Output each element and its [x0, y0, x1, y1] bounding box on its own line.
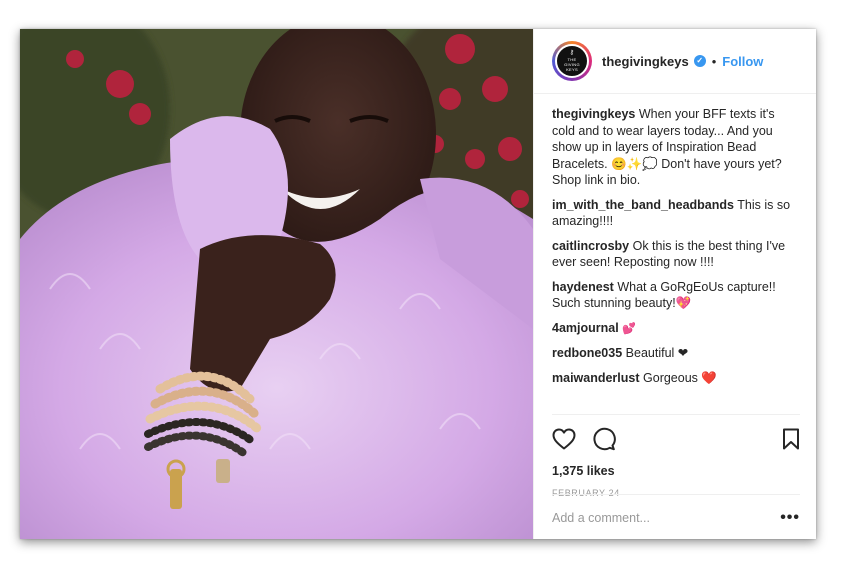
comment-text: 💕	[622, 322, 636, 335]
comment-text: Gorgeous ❤️	[643, 370, 717, 385]
list-item: 4amjournal 💕	[552, 320, 800, 338]
add-comment-input[interactable]	[552, 510, 781, 525]
list-item: caitlincrosby Ok this is the best thing …	[552, 238, 800, 271]
avatar-image: ⚷ THE GIVING KEYS	[555, 44, 589, 78]
comment-username[interactable]: haydenest	[552, 280, 614, 294]
avatar-text-line-3: KEYS	[566, 67, 578, 72]
post-side-panel: ⚷ THE GIVING KEYS thegivingkeys ✓ • Foll…	[533, 29, 816, 539]
comment-username[interactable]: im_with_the_band_headbands	[552, 198, 734, 212]
comment-username[interactable]: 4amjournal	[552, 321, 619, 335]
caption-comment: thegivingkeys When your BFF texts it's c…	[552, 106, 800, 189]
heart-icon[interactable]	[552, 428, 576, 450]
comment-username[interactable]: thegivingkeys	[552, 107, 635, 121]
post-image[interactable]	[20, 29, 533, 539]
key-icon: ⚷	[569, 50, 575, 56]
list-item: redbone035 Beautiful ❤	[552, 345, 800, 362]
likes-count[interactable]: 1,375 likes	[552, 464, 800, 478]
post-header: ⚷ THE GIVING KEYS thegivingkeys ✓ • Foll…	[534, 29, 816, 94]
comment-icon[interactable]	[592, 427, 616, 451]
comments-list: thegivingkeys When your BFF texts it's c…	[534, 94, 816, 386]
verified-check-icon: ✓	[693, 55, 706, 67]
add-comment-bar: •••	[552, 494, 800, 539]
follow-button[interactable]: Follow	[722, 54, 763, 69]
post-photo-illustration	[20, 29, 533, 539]
avatar[interactable]: ⚷ THE GIVING KEYS	[552, 41, 592, 81]
bookmark-icon[interactable]	[782, 428, 800, 450]
comment-username[interactable]: maiwanderlust	[552, 371, 640, 385]
post-actions: 1,375 likes FEBRUARY 24	[552, 414, 800, 498]
comment-username[interactable]: redbone035	[552, 346, 622, 360]
more-options-icon[interactable]: •••	[780, 509, 800, 527]
comment-username[interactable]: caitlincrosby	[552, 239, 629, 253]
action-icons	[552, 427, 800, 451]
list-item: maiwanderlust Gorgeous ❤️	[552, 370, 800, 387]
comment-text: Beautiful ❤	[625, 346, 689, 360]
instagram-post-card: ⚷ THE GIVING KEYS thegivingkeys ✓ • Foll…	[20, 29, 816, 539]
list-item: im_with_the_band_headbands This is so am…	[552, 197, 800, 230]
post-username[interactable]: thegivingkeys	[602, 54, 689, 69]
separator-dot: •	[711, 53, 717, 69]
list-item: haydenest What a GoRgEoUs capture!! Such…	[552, 279, 800, 312]
